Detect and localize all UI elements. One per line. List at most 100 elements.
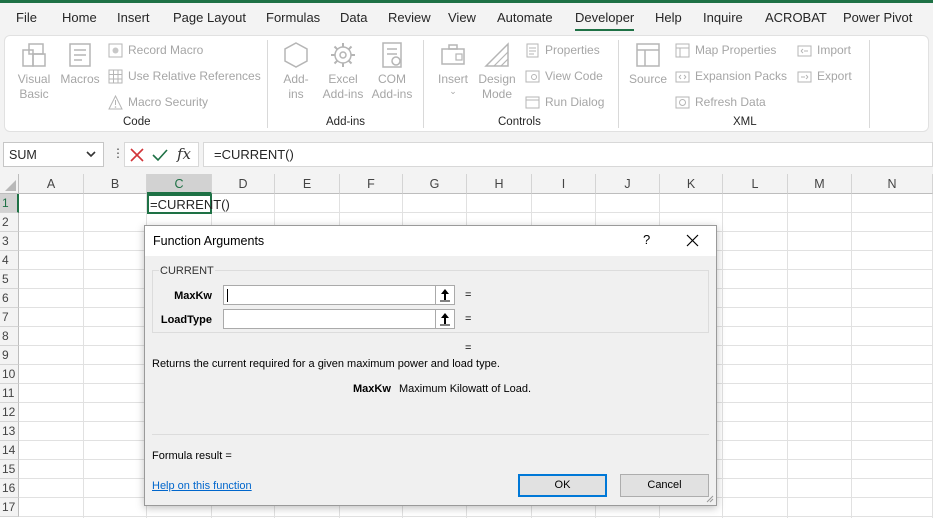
- tab-home[interactable]: Home: [62, 3, 97, 33]
- dialog-title-bar[interactable]: Function Arguments ?: [145, 226, 716, 256]
- tab-developer[interactable]: Developer: [575, 3, 635, 33]
- refresh-data-button[interactable]: Refresh Data: [675, 93, 766, 111]
- macro-security-button[interactable]: Macro Security: [108, 93, 208, 111]
- row-header-17[interactable]: 17: [0, 498, 19, 517]
- insert-function-icon[interactable]: fx: [177, 145, 191, 163]
- row-header-8[interactable]: 8: [0, 327, 19, 346]
- ok-button[interactable]: OK: [518, 474, 607, 497]
- group-separator: [267, 40, 268, 128]
- grid-column-line: [83, 194, 84, 518]
- tab-formulas[interactable]: Formulas: [266, 3, 320, 33]
- column-header-j[interactable]: J: [596, 174, 660, 194]
- com-addins-button[interactable]: COM Add-ins: [370, 40, 414, 102]
- xml-export-button[interactable]: Export: [797, 67, 852, 85]
- row-header-10[interactable]: 10: [0, 365, 19, 384]
- grid-column-line: [722, 194, 723, 518]
- select-all-corner[interactable]: [0, 174, 19, 194]
- row-header-16[interactable]: 16: [0, 479, 19, 498]
- close-icon[interactable]: [686, 234, 699, 247]
- row-header-14[interactable]: 14: [0, 441, 19, 460]
- xml-source-icon: [636, 43, 660, 67]
- formula-input[interactable]: =CURRENT(): [203, 142, 933, 167]
- column-header-m[interactable]: M: [788, 174, 852, 194]
- help-on-function-link[interactable]: Help on this function: [152, 480, 252, 492]
- column-header-a[interactable]: A: [19, 174, 84, 194]
- column-header-c[interactable]: C: [147, 174, 212, 194]
- addins-button[interactable]: Add- ins: [279, 40, 313, 102]
- row-header-11[interactable]: 11: [0, 384, 19, 403]
- record-macro-button[interactable]: Record Macro: [108, 41, 203, 59]
- column-header-h[interactable]: H: [467, 174, 532, 194]
- row-header-6[interactable]: 6: [0, 289, 19, 308]
- column-header-d[interactable]: D: [212, 174, 275, 194]
- row-header-9[interactable]: 9: [0, 346, 19, 365]
- name-box[interactable]: SUM: [3, 142, 104, 167]
- properties-button[interactable]: Properties: [525, 41, 600, 59]
- formula-bar-grip-icon: ⋮: [112, 146, 124, 160]
- group-separator: [423, 40, 424, 128]
- tab-acrobat[interactable]: ACROBAT: [765, 3, 827, 33]
- row-header-1[interactable]: 1: [0, 194, 19, 213]
- formula-result: Formula result =: [152, 450, 232, 462]
- function-name: CURRENT: [159, 265, 215, 277]
- excel-addins-button[interactable]: Excel Add-ins: [320, 40, 366, 102]
- column-header-g[interactable]: G: [403, 174, 467, 194]
- collapse-dialog-button-maxkw[interactable]: [435, 285, 455, 305]
- chevron-down-icon[interactable]: [84, 147, 98, 161]
- active-cell-c1[interactable]: =CURRENT(): [147, 194, 230, 214]
- dialog-divider: [152, 434, 709, 435]
- column-header-i[interactable]: I: [532, 174, 596, 194]
- map-properties-label: Map Properties: [695, 43, 777, 57]
- cancel-button[interactable]: Cancel: [620, 474, 709, 497]
- tab-inquire[interactable]: Inquire: [703, 3, 743, 33]
- arg-input-loadtype[interactable]: [223, 309, 436, 329]
- xml-export-label: Export: [817, 69, 852, 83]
- arg-input-maxkw[interactable]: [223, 285, 436, 305]
- row-header-4[interactable]: 4: [0, 251, 19, 270]
- column-header-f[interactable]: F: [340, 174, 403, 194]
- visual-basic-button[interactable]: Visual Basic: [14, 40, 54, 102]
- tab-insert[interactable]: Insert: [117, 3, 150, 33]
- refresh-data-label: Refresh Data: [695, 95, 766, 109]
- expansion-packs-button[interactable]: Expansion Packs: [675, 67, 787, 85]
- cancel-icon[interactable]: [129, 147, 145, 163]
- enter-check-icon[interactable]: [152, 147, 168, 163]
- tab-page-layout[interactable]: Page Layout: [173, 3, 246, 33]
- run-dialog-button[interactable]: Run Dialog: [525, 93, 604, 111]
- row-header-12[interactable]: 12: [0, 403, 19, 422]
- macros-button[interactable]: Macros: [59, 40, 101, 87]
- help-icon[interactable]: ?: [643, 232, 650, 247]
- select-all-icon: [5, 180, 16, 191]
- tab-data[interactable]: Data: [340, 3, 367, 33]
- warning-icon: [108, 94, 123, 109]
- use-relative-references-button[interactable]: Use Relative References: [108, 67, 261, 85]
- group-separator: [618, 40, 619, 128]
- collapse-dialog-button-loadtype[interactable]: [435, 309, 455, 329]
- design-mode-button[interactable]: Design Mode: [476, 40, 518, 102]
- row-header-7[interactable]: 7: [0, 308, 19, 327]
- row-header-2[interactable]: 2: [0, 213, 19, 232]
- view-code-icon: [525, 70, 540, 82]
- tab-file[interactable]: File: [16, 3, 37, 33]
- tab-automate[interactable]: Automate: [497, 3, 553, 33]
- insert-controls-button[interactable]: Insert ⌄: [434, 40, 472, 96]
- resize-grip-icon[interactable]: [704, 493, 714, 503]
- map-properties-button[interactable]: Map Properties: [675, 41, 776, 59]
- row-header-13[interactable]: 13: [0, 422, 19, 441]
- column-header-l[interactable]: L: [723, 174, 788, 194]
- function-description: Returns the current required for a given…: [152, 358, 500, 370]
- xml-source-button[interactable]: Source: [628, 40, 668, 87]
- row-header-3[interactable]: 3: [0, 232, 19, 251]
- xml-import-button[interactable]: Import: [797, 41, 851, 59]
- view-code-button[interactable]: View Code: [525, 67, 603, 85]
- tab-power-pivot[interactable]: Power Pivot: [843, 3, 912, 33]
- row-header-15[interactable]: 15: [0, 460, 19, 479]
- tab-view[interactable]: View: [448, 3, 476, 33]
- column-header-n[interactable]: N: [852, 174, 933, 194]
- column-header-k[interactable]: K: [660, 174, 723, 194]
- row-header-5[interactable]: 5: [0, 270, 19, 289]
- tab-help[interactable]: Help: [655, 3, 682, 33]
- column-header-e[interactable]: E: [275, 174, 340, 194]
- column-header-b[interactable]: B: [84, 174, 147, 194]
- tab-review[interactable]: Review: [388, 3, 431, 33]
